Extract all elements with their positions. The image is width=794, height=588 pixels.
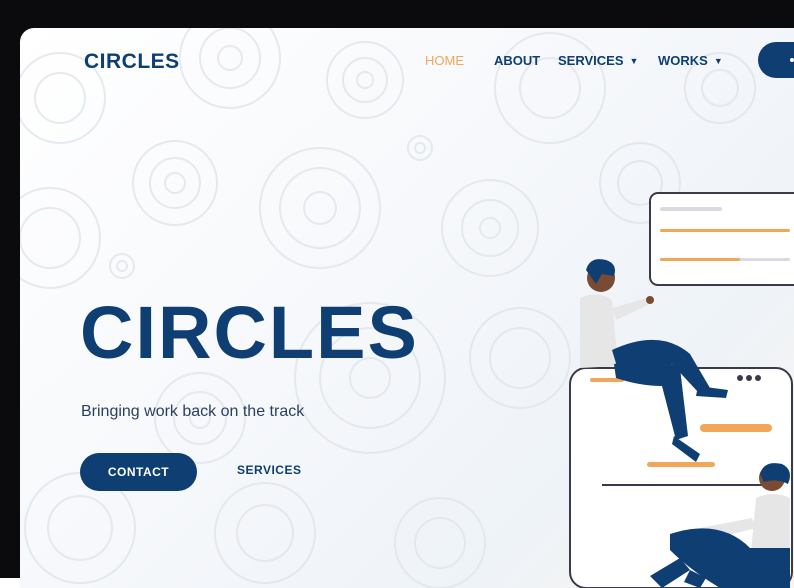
gear-icon (394, 497, 486, 588)
gear-icon (179, 28, 281, 109)
services-link[interactable]: SERVICES (237, 463, 301, 477)
nav-item-label: SERVICES (558, 53, 624, 68)
gear-icon (132, 140, 218, 226)
hero-title: CIRCLES (80, 291, 419, 374)
nav-item-works[interactable]: WORKS ▼ (658, 53, 723, 68)
brand-logo[interactable]: CIRCLES (84, 50, 180, 74)
gear-icon (407, 135, 433, 161)
nav-item-label: WORKS (658, 53, 708, 68)
caret-down-icon: ▼ (713, 56, 723, 66)
gear-icon (259, 147, 381, 269)
nav-cta-button[interactable] (758, 42, 794, 78)
nav-item-label: ABOUT (494, 53, 541, 68)
gear-icon (214, 482, 316, 584)
browser-screen: CIRCLES HOME ABOUT SERVICES ▼ WORKS ▼ CIRC… (20, 28, 794, 588)
gear-icon (326, 41, 404, 119)
nav-item-services[interactable]: SERVICES ▼ (558, 53, 638, 68)
nav-item-about[interactable]: ABOUT (494, 53, 540, 68)
gear-icon (441, 179, 539, 277)
contact-button[interactable]: CONTACT (80, 453, 197, 491)
nav-item-label: HOME (425, 53, 464, 68)
button-dot (790, 58, 794, 62)
top-card (649, 192, 794, 286)
nav-item-home[interactable]: HOME (425, 53, 464, 68)
hero-illustration (569, 192, 794, 588)
caret-down-icon: ▼ (629, 56, 639, 66)
gear-icon (20, 187, 101, 289)
gear-icon (109, 253, 135, 279)
gear-icon (494, 32, 606, 144)
hero-subtitle: Bringing work back on the track (81, 403, 305, 420)
